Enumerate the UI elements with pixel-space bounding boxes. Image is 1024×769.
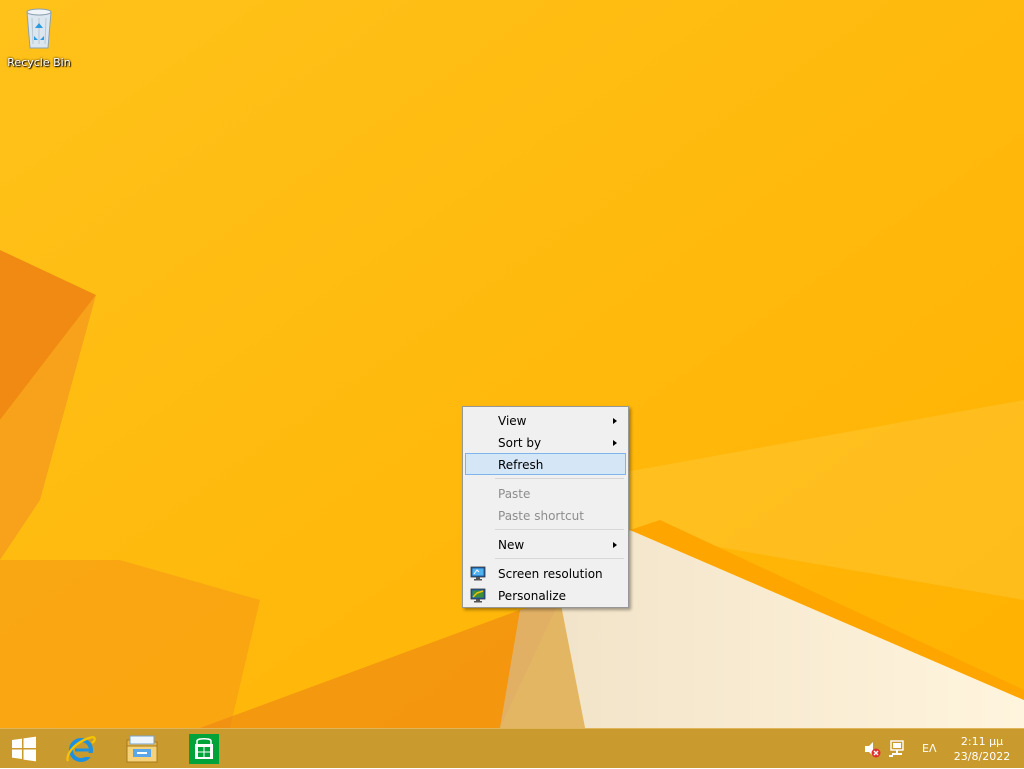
menu-item-view[interactable]: View	[465, 409, 626, 431]
taskbar-store[interactable]	[180, 729, 228, 769]
store-icon	[189, 734, 219, 764]
network-icon[interactable]	[888, 740, 906, 758]
desktop-icon-label: Recycle Bin	[7, 56, 71, 69]
menu-item-personalize[interactable]: Personalize	[465, 584, 626, 606]
menu-item-refresh[interactable]: Refresh	[465, 453, 626, 475]
context-menu: View Sort by Refresh Paste Paste shortcu…	[462, 406, 629, 608]
file-explorer-icon	[126, 735, 158, 763]
menu-item-label: Screen resolution	[498, 567, 603, 581]
internet-explorer-icon	[66, 735, 96, 762]
menu-item-paste[interactable]: Paste	[465, 482, 626, 504]
menu-item-label: Paste shortcut	[498, 509, 584, 523]
recycle-bin-icon	[26, 8, 52, 49]
menu-separator	[495, 558, 624, 559]
menu-separator	[495, 478, 624, 479]
screen-resolution-icon	[470, 566, 486, 581]
menu-item-label: Paste	[498, 487, 531, 501]
taskbar: ΕΛ 2:11 μμ 23/8/2022	[0, 728, 1024, 768]
personalize-icon	[470, 588, 486, 603]
start-button[interactable]	[0, 729, 48, 769]
menu-item-sort-by[interactable]: Sort by	[465, 431, 626, 453]
clock-time: 2:11 μμ	[960, 735, 1004, 748]
language-indicator[interactable]: ΕΛ	[922, 742, 936, 755]
start-icon	[12, 736, 36, 762]
menu-item-screen-resolution[interactable]: Screen resolution	[465, 562, 626, 584]
menu-separator	[495, 529, 624, 530]
menu-item-label: Sort by	[498, 436, 542, 450]
volume-muted-icon[interactable]	[863, 740, 881, 758]
submenu-arrow-icon	[613, 542, 617, 548]
taskbar-file-explorer[interactable]	[118, 729, 166, 769]
menu-item-label: Refresh	[498, 458, 544, 472]
menu-item-label: Personalize	[498, 589, 567, 603]
clock[interactable]: 2:11 μμ 23/8/2022	[950, 734, 1014, 764]
menu-item-paste-shortcut[interactable]: Paste shortcut	[465, 504, 626, 526]
desktop-icon-recycle-bin[interactable]: Recycle Bin	[4, 6, 74, 69]
menu-item-label: View	[498, 414, 527, 428]
submenu-arrow-icon	[613, 418, 617, 424]
menu-item-label: New	[498, 538, 525, 552]
menu-item-new[interactable]: New	[465, 533, 626, 555]
taskbar-internet-explorer[interactable]	[57, 729, 105, 769]
clock-date: 23/8/2022	[953, 750, 1011, 763]
wallpaper	[0, 0, 1024, 728]
desktop[interactable]: Recycle Bin View Sort by Refresh Paste P…	[0, 0, 1024, 728]
submenu-arrow-icon	[613, 440, 617, 446]
